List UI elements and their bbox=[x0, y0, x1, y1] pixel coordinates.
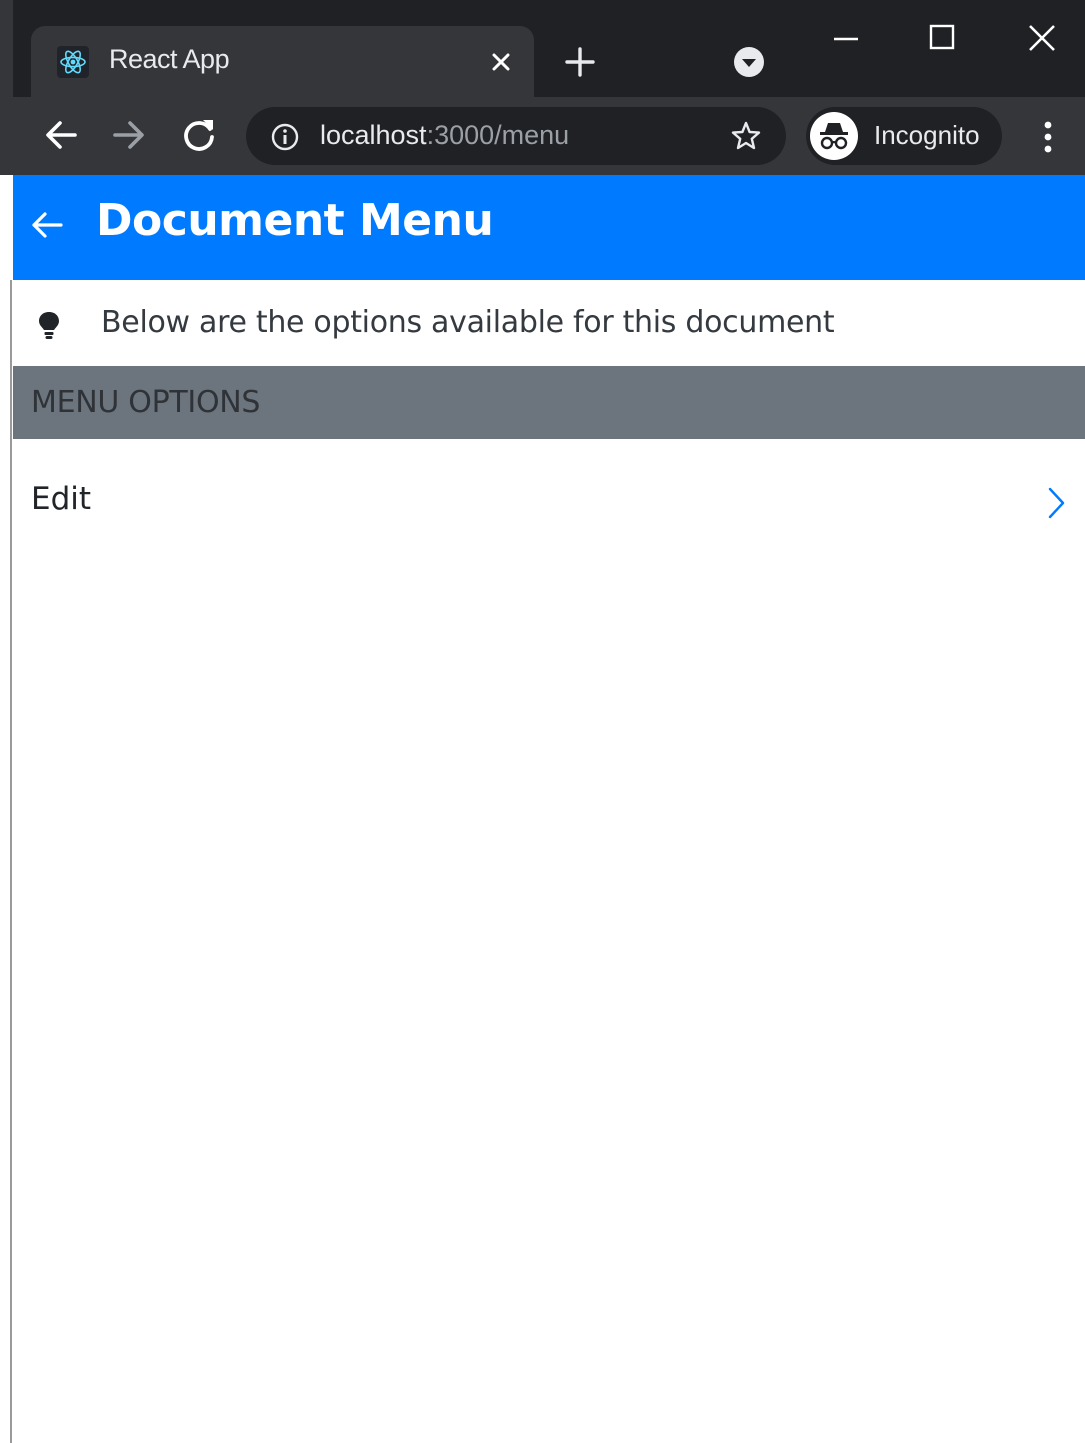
section-title: MENU OPTIONS bbox=[31, 385, 261, 420]
address-bar[interactable]: localhost:3000/menu bbox=[246, 107, 786, 165]
section-header: MENU OPTIONS bbox=[13, 366, 1085, 439]
info-text: Below are the options available for this… bbox=[101, 305, 835, 340]
incognito-icon bbox=[810, 112, 858, 160]
tab-search-icon[interactable] bbox=[733, 46, 765, 78]
star-icon[interactable] bbox=[730, 120, 762, 152]
window-close-icon[interactable] bbox=[1026, 22, 1058, 54]
more-vert-icon[interactable] bbox=[1031, 117, 1065, 157]
info-icon[interactable] bbox=[270, 122, 300, 152]
lightbulb-icon bbox=[39, 312, 59, 339]
url-text[interactable]: localhost:3000/menu bbox=[320, 120, 569, 151]
plus-icon[interactable] bbox=[563, 45, 597, 79]
react-favicon-icon bbox=[57, 46, 89, 78]
page-title: Document Menu bbox=[96, 195, 494, 246]
menu-item-label: Edit bbox=[31, 481, 92, 517]
browser-tab[interactable]: React App bbox=[31, 26, 534, 97]
info-banner: Below are the options available for this… bbox=[13, 280, 1085, 366]
window-left-edge bbox=[0, 0, 13, 1443]
forward-icon[interactable] bbox=[109, 115, 149, 155]
reload-icon[interactable] bbox=[179, 115, 219, 155]
app-header: Document Menu bbox=[13, 175, 1085, 280]
close-icon[interactable] bbox=[487, 48, 515, 76]
tab-title: React App bbox=[109, 44, 230, 74]
minimize-icon[interactable] bbox=[831, 24, 861, 54]
browser-window: React App localhost:3000/menu Incognito … bbox=[13, 0, 1085, 1443]
maximize-icon[interactable] bbox=[927, 22, 957, 52]
menu-item-edit[interactable]: Edit bbox=[13, 439, 1085, 563]
browser-toolbar: localhost:3000/menu Incognito bbox=[13, 97, 1085, 175]
chevron-right-icon bbox=[1048, 487, 1065, 519]
back-icon[interactable] bbox=[41, 115, 81, 155]
tab-strip: React App bbox=[13, 0, 1085, 97]
incognito-profile-button[interactable]: Incognito bbox=[806, 107, 1002, 165]
arrow-left-icon[interactable] bbox=[27, 205, 67, 245]
incognito-label: Incognito bbox=[874, 120, 980, 150]
